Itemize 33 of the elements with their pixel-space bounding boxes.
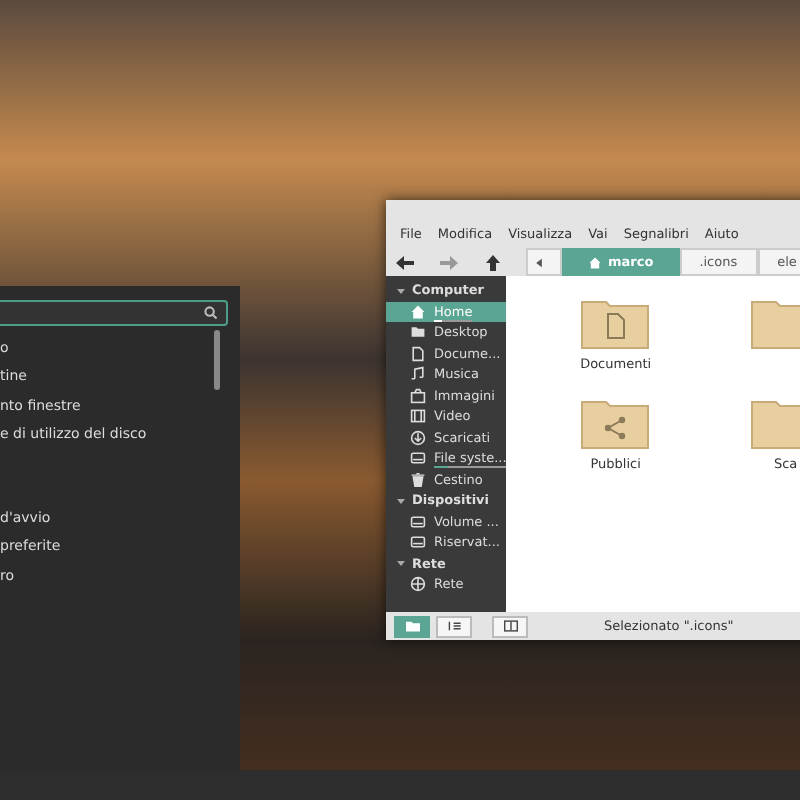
- expander-icon[interactable]: [396, 495, 406, 506]
- folder-icon[interactable]: [580, 396, 651, 450]
- folder-icon[interactable]: [580, 296, 651, 350]
- film-icon: [410, 408, 426, 425]
- drive-icon: [410, 534, 426, 551]
- up-arrow-icon[interactable]: [482, 253, 504, 271]
- download-icon: [410, 429, 426, 446]
- caret-icon: [532, 255, 546, 269]
- home-icon: [410, 303, 426, 320]
- scrollbar-thumb[interactable]: [214, 330, 220, 390]
- trash-icon: [410, 471, 426, 488]
- drive-icon: [410, 450, 426, 467]
- folder-icon[interactable]: [750, 296, 800, 350]
- folder-icon: [405, 620, 419, 632]
- music-note-icon: [410, 366, 426, 383]
- back-arrow-icon[interactable]: [394, 253, 416, 271]
- picture-icon: [410, 387, 426, 404]
- search-icon: [204, 306, 218, 320]
- expander-icon[interactable]: [396, 285, 406, 296]
- search-field[interactable]: [0, 300, 228, 326]
- folder-icon[interactable]: [750, 396, 800, 450]
- path-scroll-left-button[interactable]: [526, 248, 562, 276]
- home-icon: [588, 255, 602, 269]
- list-icon: [447, 620, 461, 632]
- folder-icon: [410, 324, 426, 341]
- compact-view-icon: [503, 620, 517, 632]
- view-mode-button[interactable]: [492, 615, 528, 637]
- drive-icon: [410, 513, 426, 530]
- globe-icon: [410, 576, 426, 593]
- document-icon: [410, 345, 426, 362]
- forward-arrow-icon[interactable]: [438, 253, 460, 271]
- expander-icon[interactable]: [396, 558, 406, 569]
- view-mode-button[interactable]: [436, 615, 472, 637]
